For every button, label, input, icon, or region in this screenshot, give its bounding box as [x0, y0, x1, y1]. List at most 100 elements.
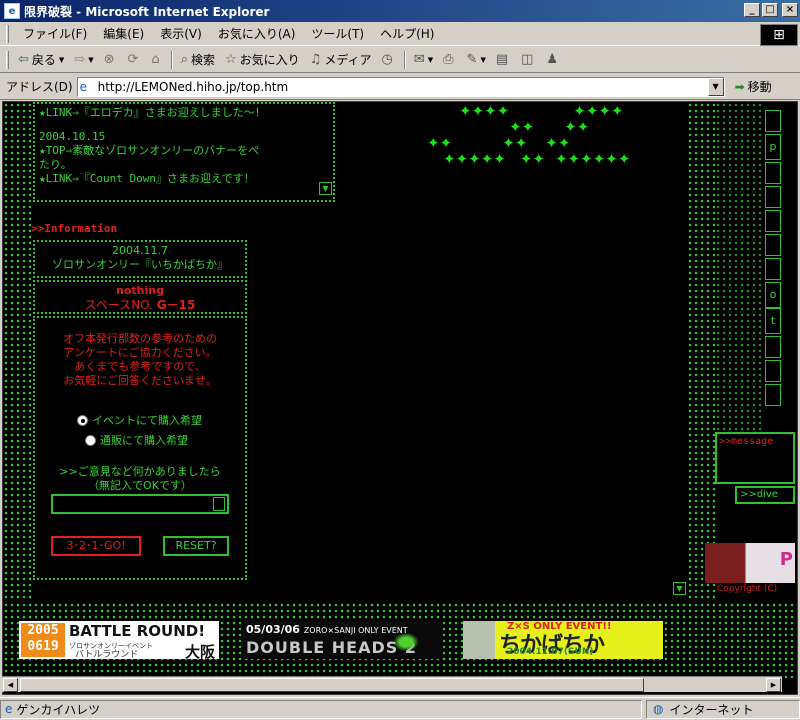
zone-panel: ◍ インターネット [646, 699, 800, 719]
address-input[interactable]: e http://LEMONed.hiho.jp/top.htm ▼ [76, 76, 725, 97]
discuss-icon: ▤ [495, 52, 509, 67]
history-button[interactable]: ◷ [376, 49, 400, 71]
horizontal-scrollbar[interactable]: ◀ ▶ [2, 676, 782, 692]
reset-button[interactable]: RESET? [163, 536, 229, 556]
nav-cell[interactable] [765, 210, 781, 232]
menu-tools[interactable]: ツール(T) [303, 25, 372, 42]
battle-round-banner[interactable]: 2005 0619 BATTLE ROUND! ゾロサンオンリーイベント バトル… [19, 621, 219, 659]
nav-cell[interactable] [765, 186, 781, 208]
left-dot-pattern [3, 102, 31, 602]
space-status: nothing [116, 284, 164, 297]
event-name: ゾロサンオンリー『いちかばちか』 [52, 258, 228, 271]
edit-button[interactable]: ✎ ▼ [462, 49, 491, 71]
back-button[interactable]: ⇦ 戻る ▼ [13, 49, 69, 71]
radio-event[interactable]: イベントにて購入希望 [77, 412, 202, 428]
title-bar: e 限界破裂 - Microsoft Internet Explorer _ □… [0, 0, 800, 22]
print-button[interactable]: ⎙ [438, 49, 461, 71]
back-dropdown-icon[interactable]: ▼ [59, 56, 64, 64]
ie-icon: e [4, 3, 20, 19]
mail-button[interactable]: ✉ ▼ [409, 49, 438, 71]
nav-cell[interactable] [765, 258, 781, 280]
dive-link[interactable]: >>dive [735, 486, 795, 504]
nav-cell-o[interactable]: o [765, 282, 781, 308]
toolbar-grip [6, 24, 9, 43]
chikabachika-banner[interactable]: Z×S ONLY EVENT!! ちかばちか 2004.11.07(SUN) [463, 621, 663, 659]
web-content: ★LINK⇒『エロデカ』さまお迎えしました～！ 2004.10.15 ★TOP⇒… [2, 101, 798, 695]
menu-edit[interactable]: 編集(E) [95, 25, 152, 42]
news-line: 2004.10.15 [39, 130, 106, 143]
nav-cell[interactable] [765, 384, 781, 406]
survey-intro: オフ本発行部数の参考のための アンケートにご協力ください。 あくまでも参考ですの… [63, 332, 217, 387]
menu-file[interactable]: ファイル(F) [15, 25, 95, 42]
scroll-thumb[interactable] [20, 678, 644, 692]
copyright: Copyright (C) [717, 584, 778, 594]
event-date: 2004.11.7 [112, 244, 168, 257]
refresh-icon: ⟳ [127, 52, 139, 67]
window-title: 限界破裂 - Microsoft Internet Explorer [24, 4, 270, 19]
news-scroll-down-icon[interactable]: ▼ [319, 182, 332, 195]
messenger-button[interactable]: ♟ [541, 49, 566, 71]
forward-button[interactable]: ⇨ ▼ [69, 49, 98, 71]
home-button[interactable]: ⌂ [146, 49, 167, 71]
right-dot-pattern [687, 102, 715, 602]
research-button[interactable]: ◫ [516, 49, 541, 71]
discuss-button[interactable]: ▤ [491, 49, 516, 71]
double-heads-banner[interactable]: 05/03/06 ZORO×SANJI ONLY EVENT DOUBLE HE… [243, 621, 443, 659]
menu-favorites[interactable]: お気に入り(A) [210, 25, 304, 42]
edit-dropdown-icon[interactable]: ▼ [480, 56, 485, 64]
address-label: アドレス(D) [6, 80, 73, 94]
comment-scroll[interactable] [213, 497, 225, 511]
message-box[interactable]: >>message [715, 432, 795, 484]
radio-mailorder-button[interactable] [85, 434, 96, 446]
search-button[interactable]: ⌕ 検索 [176, 49, 220, 71]
media-button[interactable]: ♫ メディア [305, 49, 377, 71]
news-line: ★TOP⇒素敵なゾロサンオンリーのバナーをぺ [39, 144, 260, 157]
radio-event-button[interactable] [77, 414, 88, 426]
nav-cell-t[interactable]: t [765, 308, 781, 334]
forward-dropdown-icon[interactable]: ▼ [88, 56, 93, 64]
close-button[interactable]: × [782, 3, 798, 17]
nav-cell[interactable] [765, 110, 781, 132]
nav-cell[interactable] [765, 162, 781, 184]
space-box: nothing スペースNO. G－15 [33, 280, 247, 314]
search-icon: ⌕ [180, 52, 188, 67]
link-banner-small[interactable]: P [705, 543, 795, 583]
status-bar: e ゲンカイハレツ ◍ インターネット [0, 697, 800, 720]
forward-arrow-icon: ⇨ [74, 52, 86, 67]
scroll-right-icon[interactable]: ▶ [766, 678, 781, 692]
news-line: たり。 [39, 158, 72, 171]
double-heads-date: 05/03/06 [246, 623, 300, 636]
nav-cell[interactable] [765, 360, 781, 382]
space-label: スペースNO. [84, 298, 153, 312]
nav-cell[interactable] [765, 336, 781, 358]
nav-cell[interactable] [765, 234, 781, 256]
toolbar-separator [170, 50, 173, 69]
chikabachika-portrait [463, 621, 495, 659]
home-icon: ⌂ [151, 52, 160, 67]
stop-button[interactable]: ⊗ [99, 49, 123, 71]
messenger-icon: ♟ [546, 52, 559, 67]
comment-prompt: >>ご意見など何かありましたら （無記入でOKです） [59, 465, 221, 492]
go-button[interactable]: ➡ 移動 [735, 78, 772, 95]
scroll-left-icon[interactable]: ◀ [3, 678, 18, 692]
comment-field[interactable] [51, 494, 229, 514]
history-icon: ◷ [381, 52, 393, 67]
info-heading: >>Information [31, 222, 118, 235]
address-dropdown-button[interactable]: ▼ [707, 77, 724, 96]
address-url[interactable]: http://LEMONed.hiho.jp/top.htm [98, 80, 289, 94]
favorites-button[interactable]: ☆ お気に入り [220, 49, 305, 71]
news-line: ★LINK⇒『エロデカ』さまお迎えしました～！ [39, 106, 266, 119]
go-arrow-icon: ➡ [734, 79, 745, 94]
main-scroll-down-icon[interactable]: ▼ [673, 582, 686, 595]
submit-button[interactable]: 3･2･1･GO! [51, 536, 141, 556]
mail-dropdown-icon[interactable]: ▼ [428, 56, 433, 64]
maximize-button[interactable]: □ [762, 3, 778, 17]
menu-bar: ファイル(F) 編集(E) 表示(V) お気に入り(A) ツール(T) ヘルプ(… [0, 22, 800, 46]
radio-mailorder[interactable]: 通販にて購入希望 [85, 432, 188, 448]
minimize-button[interactable]: _ [744, 3, 760, 17]
refresh-button[interactable]: ⟳ [123, 49, 147, 71]
battle-year: 2005 0619 [21, 623, 65, 657]
menu-help[interactable]: ヘルプ(H) [372, 25, 442, 42]
nav-cell-p[interactable]: p [765, 134, 781, 160]
menu-view[interactable]: 表示(V) [152, 25, 210, 42]
